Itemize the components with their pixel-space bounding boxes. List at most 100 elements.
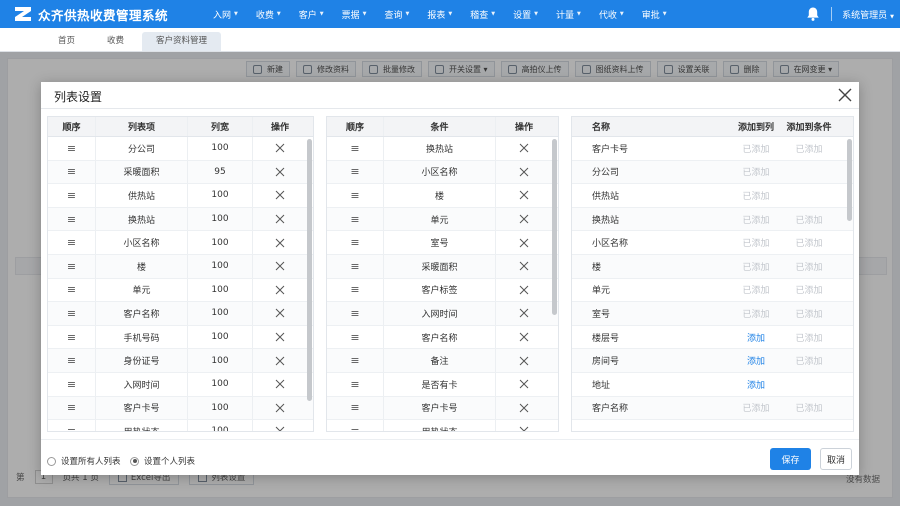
drag-handle[interactable]: ≡ [327,372,384,396]
remove-icon[interactable] [275,167,285,177]
save-button[interactable]: 保存 [770,448,811,470]
add-to-column-link[interactable]: 添加 [734,373,778,396]
remove-icon[interactable] [275,190,285,200]
drag-handle[interactable]: ≡ [48,184,96,207]
column-width-value[interactable]: 100 [188,325,253,349]
column-width-value[interactable]: 95 [188,160,253,184]
scrollbar[interactable] [307,139,312,401]
drag-handle[interactable]: ≡ [327,396,384,420]
remove-icon[interactable] [275,308,285,318]
remove-icon[interactable] [519,214,529,224]
bell-icon[interactable] [805,6,821,22]
column-width-value[interactable]: 100 [188,420,253,431]
remove-icon[interactable] [275,214,285,224]
nav-item[interactable]: 审批 ▼ [633,0,676,28]
drag-handle[interactable]: ≡ [48,207,96,231]
drag-handle[interactable]: ≡ [327,254,384,278]
table-row: ≡ 换热站 [327,137,558,161]
drag-handle[interactable]: ≡ [48,396,96,420]
remove-icon[interactable] [519,285,529,295]
radio-all-users[interactable]: 设置所有人列表 [47,455,121,467]
radio-personal[interactable]: 设置个人列表 [130,455,195,467]
column-width-value[interactable]: 100 [188,396,253,420]
column-width-value[interactable]: 100 [188,302,253,325]
add-to-column-link[interactable]: 添加 [734,326,778,349]
drag-handle[interactable]: ≡ [48,160,96,184]
nav-item[interactable]: 报表 ▼ [418,0,461,28]
drag-handle[interactable]: ≡ [48,420,96,431]
scrollbar[interactable] [552,139,557,315]
drag-handle[interactable]: ≡ [48,325,96,349]
table-row: ≡ 单元 [327,207,558,232]
drag-handle[interactable]: ≡ [327,278,384,302]
remove-icon[interactable] [519,238,529,248]
remove-icon[interactable] [519,426,529,432]
remove-icon[interactable] [519,190,529,200]
drag-handle[interactable]: ≡ [48,302,96,325]
remove-icon[interactable] [519,143,529,153]
drag-handle[interactable]: ≡ [48,231,96,254]
nav-item[interactable]: 收费 ▼ [247,0,290,28]
remove-icon[interactable] [275,403,285,413]
column-width-value[interactable]: 100 [188,184,253,207]
column-item-name: 用热状态 [96,420,188,431]
drag-handle[interactable]: ≡ [327,325,384,349]
nav-item[interactable]: 客户 ▼ [290,0,333,28]
remove-icon[interactable] [275,379,285,389]
remove-icon[interactable] [519,332,529,342]
tab-customer-management[interactable]: 客户资料管理 [142,32,222,51]
user-name: 系统管理员 [842,10,888,21]
remove-icon[interactable] [519,379,529,389]
drag-handle[interactable]: ≡ [327,137,384,160]
remove-icon[interactable] [275,143,285,153]
column-width-value[interactable]: 100 [188,254,253,278]
remove-icon[interactable] [275,238,285,248]
cancel-button[interactable]: 取消 [820,448,852,470]
column-width-value[interactable]: 100 [188,278,253,302]
nav-item[interactable]: 票据 ▼ [333,0,376,28]
column-width-value[interactable]: 100 [188,349,253,372]
drag-handle[interactable]: ≡ [327,207,384,231]
drag-handle[interactable]: ≡ [48,278,96,302]
table-row: ≡ 小区名称 100 [48,231,313,255]
tab-billing[interactable]: 收费 [93,32,138,51]
close-icon[interactable] [836,86,854,104]
drag-handle[interactable]: ≡ [327,231,384,254]
nav-item[interactable]: 计量 ▼ [547,0,590,28]
column-width-value[interactable]: 100 [188,372,253,396]
remove-icon[interactable] [275,261,285,271]
remove-icon[interactable] [519,167,529,177]
nav-item[interactable]: 查询 ▼ [376,0,419,28]
drag-handle[interactable]: ≡ [48,254,96,278]
drag-handle[interactable]: ≡ [327,420,384,431]
scrollbar[interactable] [847,139,852,221]
nav-item[interactable]: 设置 ▼ [504,0,547,28]
remove-icon[interactable] [519,308,529,318]
remove-icon[interactable] [275,426,285,432]
nav-item[interactable]: 稽查 ▼ [461,0,504,28]
drag-handle[interactable]: ≡ [327,349,384,372]
column-width-value[interactable]: 100 [188,231,253,254]
column-width-value[interactable]: 100 [188,207,253,231]
remove-icon[interactable] [275,356,285,366]
condition-name: 是否有卡 [384,372,496,396]
drag-handle[interactable]: ≡ [48,372,96,396]
remove-icon[interactable] [275,285,285,295]
remove-icon[interactable] [519,261,529,271]
drag-handle[interactable]: ≡ [48,137,96,160]
drag-handle[interactable]: ≡ [327,302,384,325]
add-to-column-link[interactable]: 添加 [734,349,778,372]
user-menu[interactable]: 系统管理员 ▼ [842,8,894,21]
remove-icon[interactable] [519,356,529,366]
remove-icon[interactable] [275,332,285,342]
remove-icon[interactable] [519,403,529,413]
tab-home[interactable]: 首页 [44,32,89,51]
column-list-table: 顺序 列表项 列宽 操作 ≡ 分公司 100 ≡ 采暖面积 95 ≡ 供热站 100 ≡ 换热站 10… [47,116,314,432]
column-width-value[interactable]: 100 [188,137,253,160]
table-row: 客户名称 已添加 已添加 [572,396,853,421]
drag-handle[interactable]: ≡ [327,184,384,207]
drag-handle[interactable]: ≡ [327,160,384,184]
drag-handle[interactable]: ≡ [48,349,96,372]
nav-item[interactable]: 入网 ▼ [204,0,247,28]
nav-item[interactable]: 代收 ▼ [590,0,633,28]
